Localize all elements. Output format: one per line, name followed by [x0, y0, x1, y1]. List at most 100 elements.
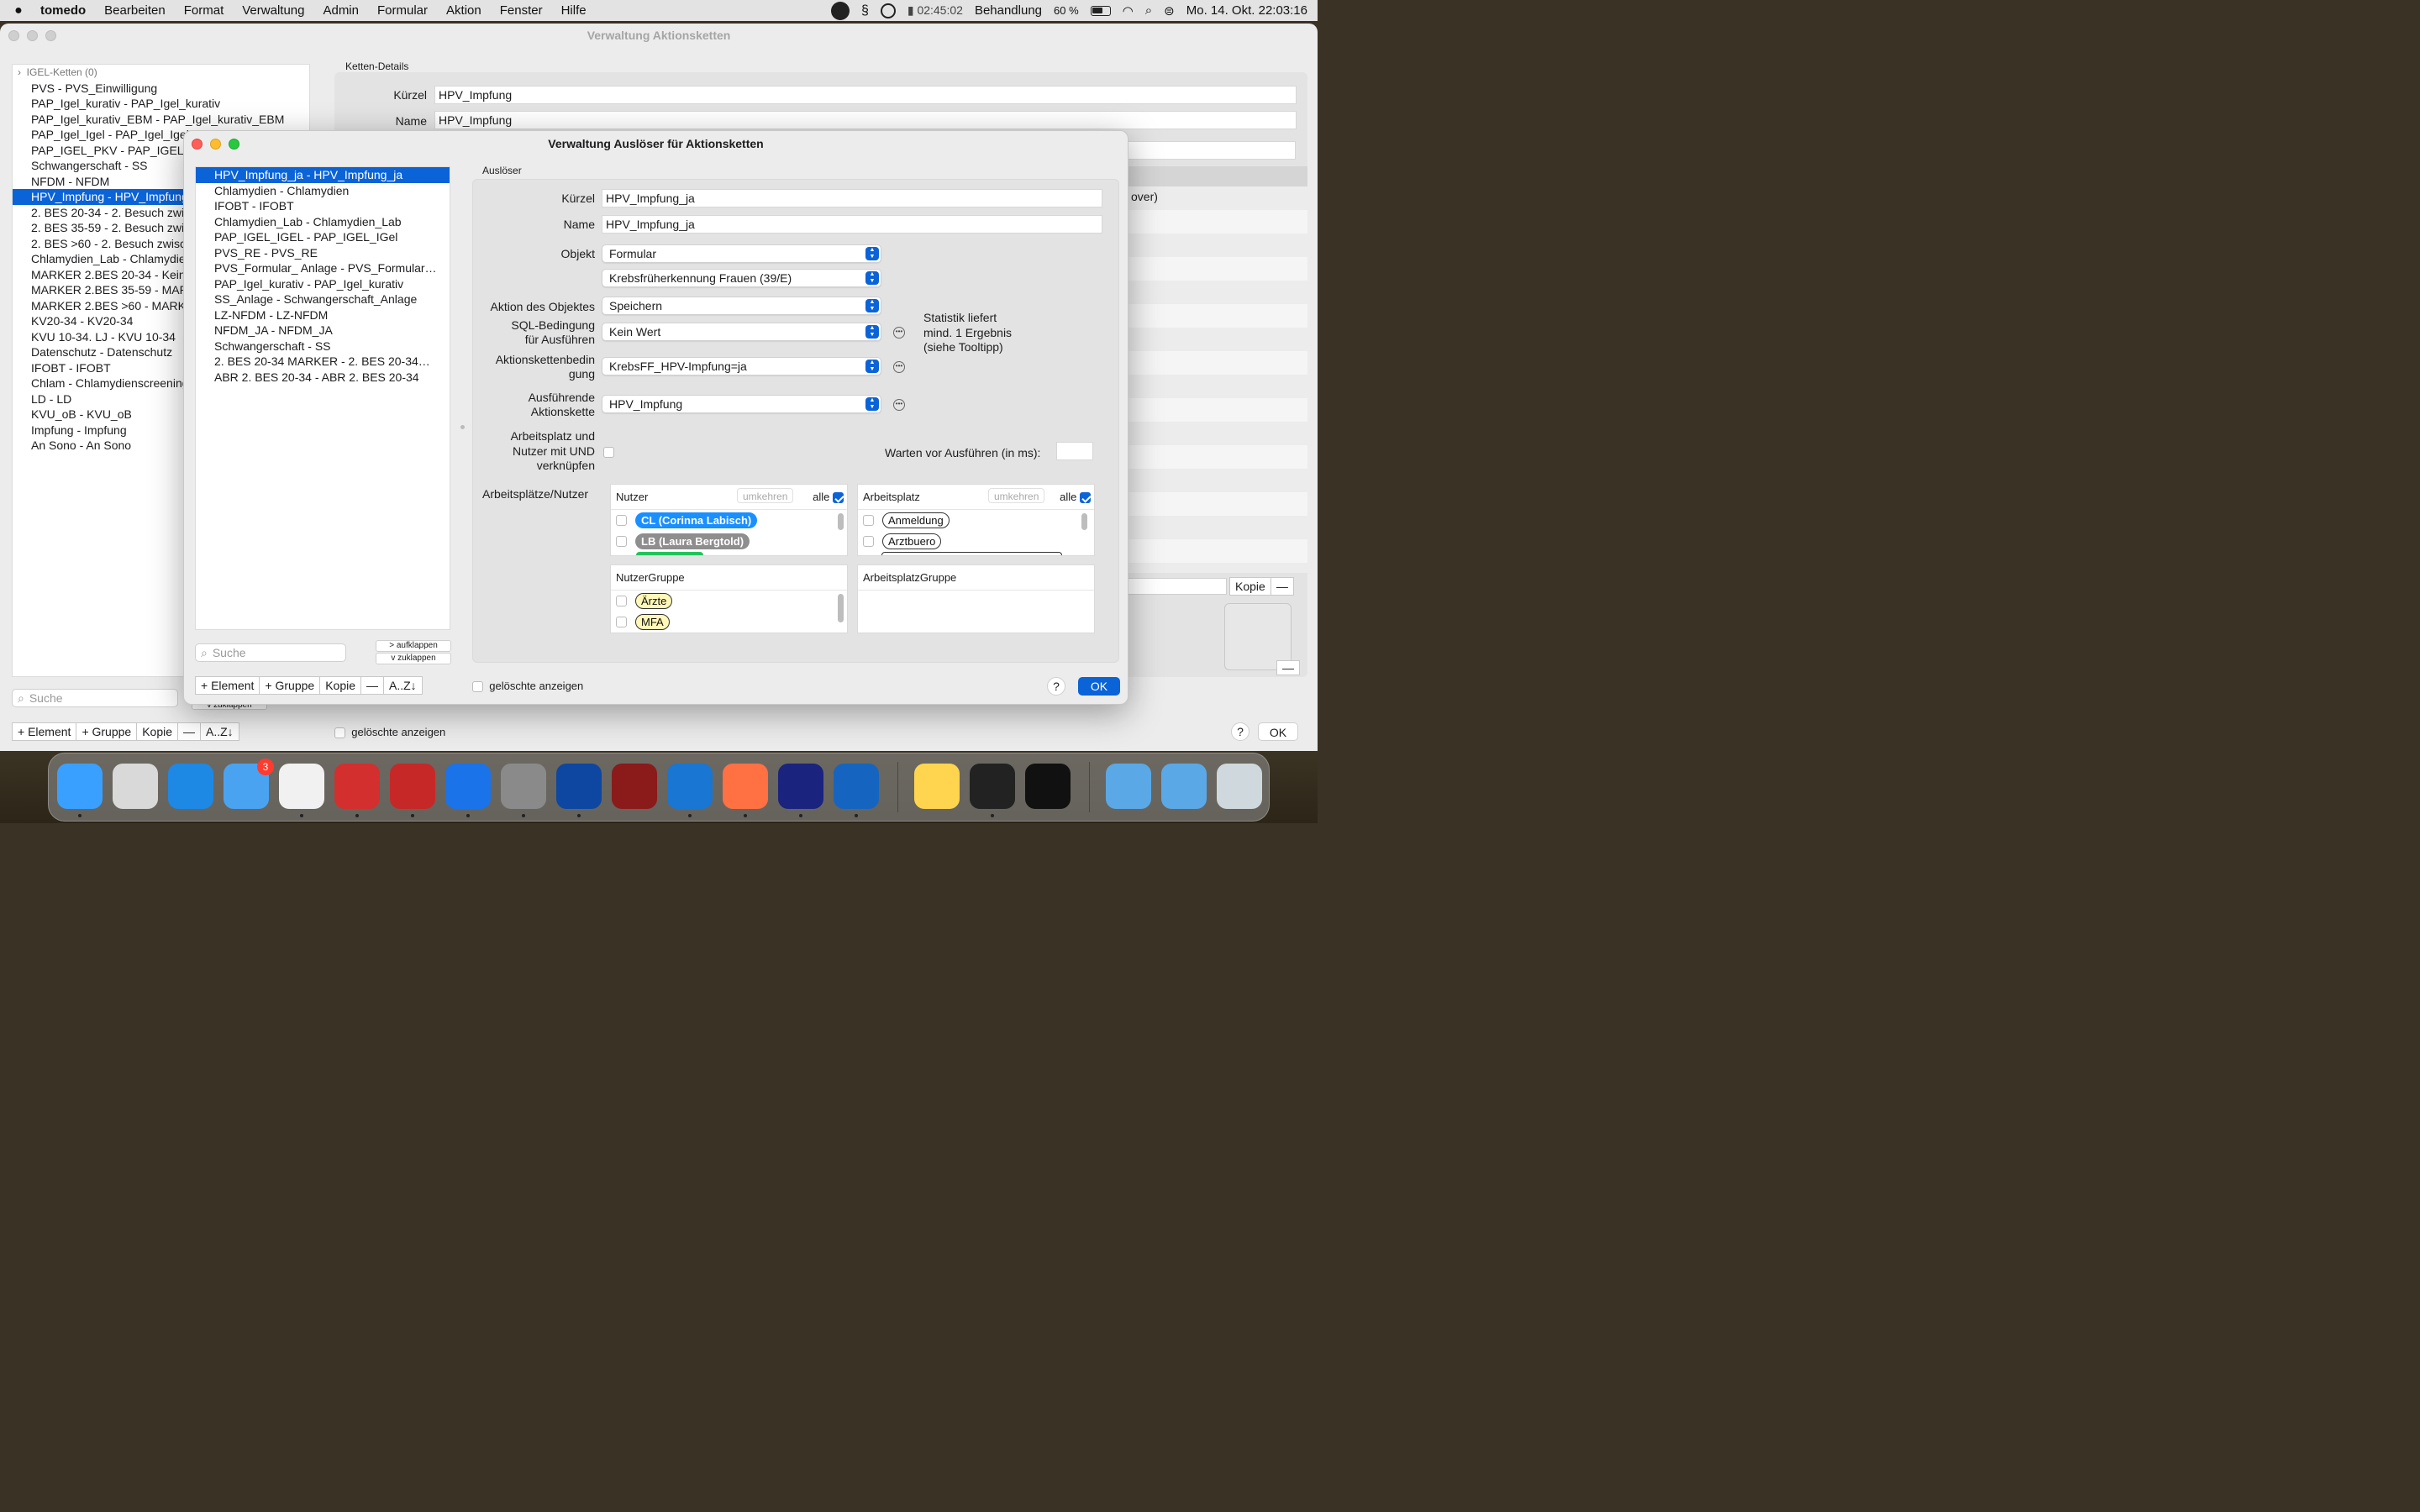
- image-remove-button[interactable]: —: [1277, 661, 1299, 675]
- show-deleted-checkbox[interactable]: [334, 727, 345, 739]
- menu-bearbeiten[interactable]: Bearbeiten: [95, 3, 175, 18]
- add-group-button[interactable]: + Gruppe: [76, 723, 138, 740]
- ausf-select[interactable]: HPV_Impfung: [602, 395, 881, 413]
- list-item[interactable]: PAP_Igel_kurativ - PAP_Igel_kurativ: [13, 96, 309, 112]
- notes-icon[interactable]: [914, 764, 960, 809]
- collapse-button[interactable]: v zuklappen: [376, 653, 451, 664]
- main-kuerzel-field[interactable]: HPV_Impfung: [434, 86, 1297, 104]
- objekt-select[interactable]: Formular: [602, 244, 881, 263]
- name-field[interactable]: HPV_Impfung_ja: [602, 215, 1102, 234]
- menu-hilfe[interactable]: Hilfe: [552, 3, 596, 18]
- timer-readout[interactable]: ▮ 02:45:02: [908, 3, 963, 18]
- list-item[interactable]: LZ-NFDM - LZ-NFDM: [196, 307, 450, 323]
- list-item[interactable]: IFOBT - IFOBT: [196, 198, 450, 214]
- finder-icon[interactable]: [57, 764, 103, 809]
- dialog-add-element-button[interactable]: + Element: [196, 677, 260, 694]
- formular-select[interactable]: Krebsfrüherkennung Frauen (39/E): [602, 269, 881, 287]
- add-element-button[interactable]: + Element: [13, 723, 77, 740]
- kettenbed-more-icon[interactable]: •••: [893, 361, 905, 373]
- aktion-select[interactable]: Speichern: [602, 297, 881, 315]
- list-item[interactable]: PAP_Igel_kurativ_EBM - PAP_Igel_kurativ_…: [13, 112, 309, 128]
- sql-select[interactable]: Kein Wert: [602, 323, 881, 341]
- terminal-icon[interactable]: [970, 764, 1015, 809]
- sort-button[interactable]: A..Z↓: [201, 723, 239, 740]
- right-copy-button[interactable]: Kopie: [1230, 578, 1271, 595]
- apple-icon[interactable]: ●: [0, 3, 37, 18]
- list-item[interactable]: PAP_Igel_kurativ - PAP_Igel_kurativ: [196, 276, 450, 292]
- list-item[interactable]: Chlamydien_Lab - Chlamydien_Lab: [196, 214, 450, 230]
- arbeitsplatz-all-checkbox[interactable]: [1080, 492, 1091, 504]
- trash-icon[interactable]: [1217, 764, 1262, 809]
- ghidra-icon[interactable]: [612, 764, 657, 809]
- list-item[interactable]: PVS_RE - PVS_RE: [196, 245, 450, 261]
- dialog-help-button[interactable]: ?: [1047, 677, 1065, 696]
- dialog-copy-button[interactable]: Kopie: [320, 677, 362, 694]
- list-item[interactable]: ABR 2. BES 20-34 - ABR 2. BES 20-34: [196, 370, 450, 386]
- list-item[interactable]: Schwangerschaft - SS: [196, 339, 450, 354]
- launchpad-icon[interactable]: [113, 764, 158, 809]
- nutzer-checkbox[interactable]: [616, 536, 627, 547]
- nutzer-scrollbar[interactable]: [838, 513, 844, 530]
- preview-icon[interactable]: [279, 764, 324, 809]
- main-table-footer-field[interactable]: [1128, 578, 1227, 595]
- arbeitsplatz-all[interactable]: alle: [1060, 485, 1091, 510]
- split-handle[interactable]: [460, 425, 465, 429]
- ausf-more-icon[interactable]: •••: [893, 399, 905, 411]
- tomedo-icon[interactable]: [334, 764, 380, 809]
- dialog-add-group-button[interactable]: + Gruppe: [260, 677, 321, 694]
- sql-more-icon[interactable]: •••: [893, 327, 905, 339]
- expand-button[interactable]: > aufklappen: [376, 640, 451, 652]
- list-item[interactable]: SS_Anlage - Schwangerschaft_Anlage: [196, 291, 450, 307]
- main-show-deleted[interactable]: gelöschte anzeigen: [334, 726, 445, 739]
- main-ok-button[interactable]: OK: [1258, 722, 1298, 741]
- dialog-show-deleted-checkbox[interactable]: [472, 681, 483, 693]
- list-item[interactable]: CL (Corinna Labisch): [611, 510, 847, 531]
- list-item[interactable]: Anmeldung: [858, 510, 1094, 531]
- applications-folder-icon[interactable]: [1106, 764, 1151, 809]
- ghidra-status-icon[interactable]: §: [861, 3, 869, 18]
- menu-format[interactable]: Format: [175, 3, 234, 18]
- menu-aktion[interactable]: Aktion: [437, 3, 491, 18]
- kuerzel-field[interactable]: HPV_Impfung_ja: [602, 189, 1102, 207]
- nutzer-checkbox[interactable]: [616, 515, 627, 526]
- right-remove-button[interactable]: —: [1271, 578, 1293, 595]
- main-help-button[interactable]: ?: [1231, 722, 1249, 741]
- list-item[interactable]: Chlamydien - Chlamydien: [196, 183, 450, 199]
- nutzergruppe-checkbox[interactable]: [616, 596, 627, 606]
- nutzer-all-checkbox[interactable]: [833, 492, 844, 504]
- dialog-remove-button[interactable]: —: [361, 677, 385, 694]
- mail-icon[interactable]: 3: [224, 759, 274, 809]
- kettenbed-select[interactable]: KrebsFF_HPV-Impfung=ja: [602, 357, 881, 375]
- nutzergruppe-checkbox[interactable]: [616, 617, 627, 627]
- dialog-ok-button[interactable]: OK: [1078, 677, 1120, 696]
- tasks-icon[interactable]: [667, 764, 713, 809]
- remove-button[interactable]: —: [178, 723, 202, 740]
- appstore-icon[interactable]: [445, 764, 491, 809]
- spotlight-icon[interactable]: ⌕: [1145, 3, 1152, 18]
- list-item[interactable]: PVS - PVS_Einwilligung: [13, 81, 309, 97]
- chevron-right-icon[interactable]: ›: [18, 66, 21, 78]
- dialog-sort-button[interactable]: A..Z↓: [384, 677, 422, 694]
- list-item[interactable]: HPV_Impfung_ja - HPV_Impfung_ja: [196, 167, 450, 183]
- menu-fenster[interactable]: Fenster: [491, 3, 552, 18]
- dna-icon[interactable]: [834, 764, 879, 809]
- tomedo-server-icon[interactable]: [390, 764, 435, 809]
- nutzer-invert-button[interactable]: umkehren: [737, 488, 794, 503]
- downloads-folder-icon[interactable]: [1161, 764, 1207, 809]
- nutzergruppe-scrollbar[interactable]: [838, 594, 844, 622]
- wifi-icon[interactable]: ◠: [1123, 3, 1134, 18]
- list-item[interactable]: Ärzte: [611, 591, 847, 612]
- main-table-body[interactable]: [1128, 186, 1307, 573]
- clock[interactable]: Mo. 14. Okt. 22:03:16: [1186, 3, 1307, 18]
- list-item[interactable]: PAP_IGEL_IGEL - PAP_IGEL_IGel: [196, 229, 450, 245]
- safari-icon[interactable]: [168, 764, 213, 809]
- arbeitsplatz-checkbox[interactable]: [863, 515, 874, 526]
- play-icon[interactable]: [880, 3, 896, 18]
- menu-admin[interactable]: Admin: [313, 3, 368, 18]
- list-item[interactable]: Arztbuero: [858, 531, 1094, 552]
- warten-field[interactable]: [1056, 442, 1093, 460]
- arbeitsplatz-scrollbar[interactable]: [1081, 513, 1087, 530]
- nutzer-all[interactable]: alle: [813, 485, 844, 510]
- main-name-field[interactable]: HPV_Impfung: [434, 111, 1297, 129]
- und-checkbox[interactable]: [603, 447, 614, 458]
